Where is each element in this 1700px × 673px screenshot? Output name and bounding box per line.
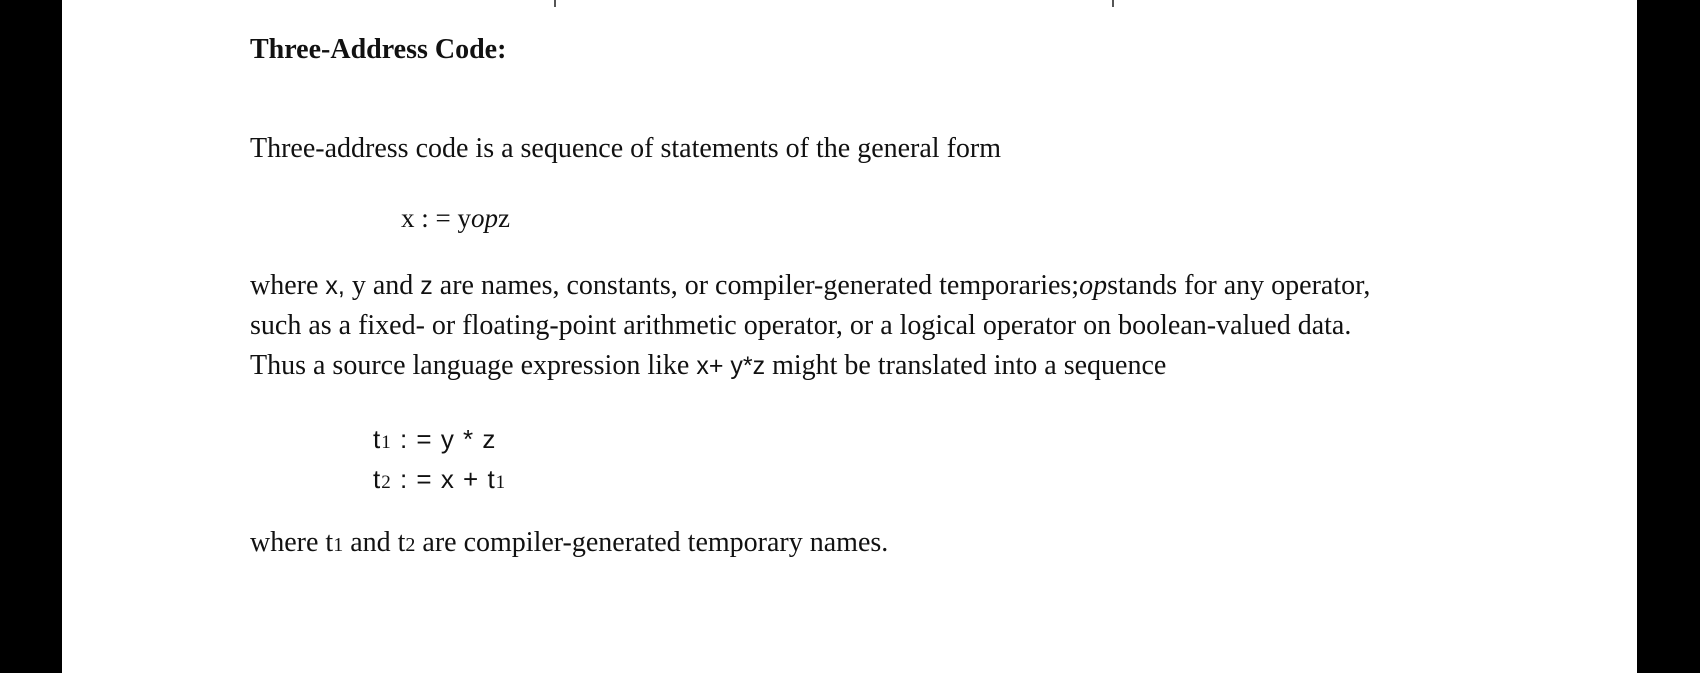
formula-y: y: [457, 203, 471, 233]
page-edge-mark: [554, 0, 556, 7]
para-op-word: op: [1079, 270, 1108, 301]
code-temp: t: [373, 464, 382, 494]
para-text: y and: [344, 270, 421, 301]
document-page: Three-Address Code: Three-address code i…: [62, 0, 1637, 673]
para-text: where: [250, 270, 326, 301]
formula-z: z: [497, 203, 510, 233]
code-temp: t: [373, 424, 382, 454]
code-rest: : = x + t: [391, 464, 496, 494]
para-var-z: z: [420, 272, 433, 300]
explanation-paragraph: where x, y and z are names, constants, o…: [250, 266, 1400, 386]
code-temp-sub: 2: [381, 472, 392, 493]
section-heading: Three-Address Code:: [250, 34, 507, 65]
closing-sentence: where t1 and t2 are compiler-generated t…: [250, 527, 888, 559]
formula-op: op: [470, 203, 498, 233]
outro-sub: 2: [405, 534, 416, 556]
code-rest: : = y * z: [391, 424, 497, 454]
code-line-1: t1 : = y * z: [373, 424, 496, 455]
para-var-x: x,: [325, 272, 345, 300]
para-text: might be translated into a sequence: [765, 350, 1167, 381]
general-form-formula: x : = yopz: [401, 203, 510, 234]
code-operand-sub: 1: [495, 472, 507, 493]
outro-text: and t: [343, 527, 406, 558]
outro-text: are compiler-generated temporary names.: [415, 527, 889, 558]
para-text: are names, constants, or compiler-genera…: [432, 270, 1080, 301]
code-line-2: t2 : = x + t1: [373, 464, 506, 495]
formula-lhs: x : =: [401, 203, 458, 233]
screen-frame: Three-Address Code: Three-address code i…: [0, 0, 1700, 673]
para-expression: x+ y*z: [696, 352, 766, 380]
code-temp-sub: 1: [381, 432, 392, 453]
page-edge-mark: [1112, 0, 1114, 7]
intro-sentence: Three-address code is a sequence of stat…: [250, 133, 1002, 164]
outro-text: where t: [250, 527, 334, 558]
outro-sub: 1: [333, 534, 344, 556]
